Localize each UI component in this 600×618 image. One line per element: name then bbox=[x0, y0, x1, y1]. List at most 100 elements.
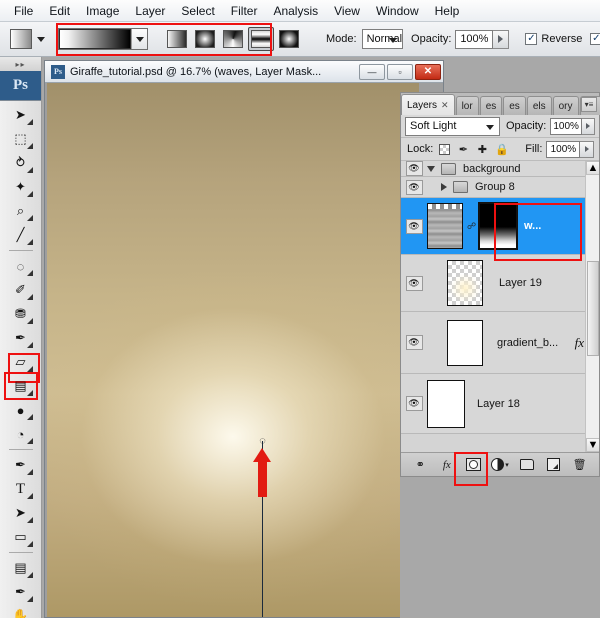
layer-fill-slider-button[interactable] bbox=[580, 141, 594, 158]
new-group-button[interactable] bbox=[518, 456, 536, 473]
radial-gradient-button[interactable] bbox=[192, 27, 218, 51]
layer-visibility-toggle[interactable]: 👁 bbox=[403, 180, 425, 195]
layer-opacity-input[interactable]: 100% bbox=[550, 118, 582, 135]
layer-visibility-toggle[interactable]: 👁 bbox=[403, 276, 425, 291]
brush-tool[interactable]: ✐ bbox=[6, 278, 36, 302]
layer-visibility-toggle[interactable]: 👁 bbox=[403, 219, 425, 234]
tab-history[interactable]: ory bbox=[553, 96, 579, 115]
close-button[interactable]: ✕ bbox=[415, 64, 441, 80]
reverse-checkbox-group[interactable]: ✓ Reverse bbox=[525, 33, 582, 45]
link-layers-button[interactable]: ⚭ bbox=[411, 456, 429, 473]
opacity-slider-button[interactable] bbox=[493, 30, 509, 49]
opacity-input[interactable]: 100% bbox=[455, 30, 493, 49]
healing-brush-tool[interactable]: ◌ bbox=[6, 254, 36, 278]
eraser-tool[interactable]: ▱ bbox=[6, 350, 36, 374]
lock-all-padlock-icon[interactable]: 🔒 bbox=[495, 143, 507, 156]
move-tool[interactable]: ➤ bbox=[6, 103, 36, 127]
history-brush-tool[interactable]: ✒ bbox=[6, 326, 36, 350]
layers-vertical-scrollbar[interactable]: ▲ ▼ bbox=[585, 161, 599, 452]
layer-mask-thumbnail[interactable] bbox=[478, 202, 518, 250]
table-row[interactable]: 👁 Group 8 bbox=[401, 177, 599, 198]
lock-position-move-icon[interactable]: ✚ bbox=[476, 143, 488, 156]
tab-layers[interactable]: Layers ✕ bbox=[401, 94, 455, 115]
menu-item-window[interactable]: Window bbox=[368, 2, 427, 20]
group-disclosure-closed-icon[interactable] bbox=[441, 183, 447, 191]
layers-scroll-up-button[interactable]: ▲ bbox=[586, 161, 599, 175]
blend-mode-select[interactable]: Normal bbox=[362, 29, 403, 49]
menu-item-file[interactable]: File bbox=[6, 2, 41, 20]
menu-item-help[interactable]: Help bbox=[427, 2, 468, 20]
type-tool[interactable]: T bbox=[6, 477, 36, 501]
layer-opacity-slider-button[interactable] bbox=[582, 118, 595, 135]
layer-visibility-toggle[interactable]: 👁 bbox=[403, 161, 425, 176]
diamond-gradient-button[interactable] bbox=[276, 27, 302, 51]
tool-preset-picker[interactable] bbox=[10, 29, 45, 49]
lasso-tool[interactable]: ⥁ bbox=[6, 151, 36, 175]
document-title-bar[interactable]: Ps Giraffe_tutorial.psd @ 16.7% (waves, … bbox=[45, 61, 443, 83]
chevron-down-icon[interactable] bbox=[37, 37, 45, 42]
menu-item-layer[interactable]: Layer bbox=[127, 2, 173, 20]
table-row[interactable]: 👁 ☍ w... bbox=[401, 198, 599, 255]
rectangle-tool[interactable]: ▭ bbox=[6, 525, 36, 549]
layer-thumbnail[interactable] bbox=[447, 320, 483, 366]
add-layer-mask-button[interactable] bbox=[464, 456, 482, 473]
new-layer-button[interactable] bbox=[544, 456, 562, 473]
tab-color[interactable]: lor bbox=[456, 96, 479, 115]
layer-thumbnail[interactable] bbox=[427, 380, 465, 428]
layer-fill-input[interactable]: 100% bbox=[546, 141, 580, 158]
magic-wand-tool[interactable]: ✦ bbox=[6, 175, 36, 199]
angle-gradient-button[interactable] bbox=[220, 27, 246, 51]
tab-channels[interactable]: els bbox=[527, 96, 552, 115]
layers-scroll-thumb[interactable] bbox=[587, 261, 599, 356]
table-row[interactable]: 👁 Layer 19 bbox=[401, 255, 599, 312]
notes-tool[interactable]: ▤ bbox=[6, 556, 36, 580]
layers-scroll-down-button[interactable]: ▼ bbox=[586, 438, 599, 452]
marquee-tool[interactable]: ⬚ bbox=[6, 127, 36, 151]
eyedropper-tool[interactable]: ✒ bbox=[6, 580, 36, 604]
gradient-picker-chevron-down-icon[interactable] bbox=[131, 29, 147, 49]
menu-item-select[interactable]: Select bbox=[173, 2, 222, 20]
layer-thumbnail[interactable] bbox=[427, 203, 463, 249]
image-canvas[interactable]: ◌ bbox=[47, 83, 419, 617]
layer-style-button[interactable]: fx bbox=[438, 456, 456, 473]
mask-link-icon[interactable]: ☍ bbox=[467, 219, 476, 233]
reverse-checkbox[interactable]: ✓ bbox=[525, 33, 537, 45]
dodge-tool[interactable]: ◔ bbox=[6, 422, 36, 446]
lock-image-pixels-brush-icon[interactable]: ✒ bbox=[457, 143, 469, 156]
layer-visibility-toggle[interactable]: 👁 bbox=[403, 335, 425, 350]
restore-button[interactable]: ▫ bbox=[387, 64, 413, 80]
blur-tool[interactable]: ● bbox=[6, 398, 36, 422]
slice-tool[interactable]: ╱ bbox=[6, 223, 36, 247]
gradient-picker[interactable] bbox=[58, 28, 148, 50]
tab-styles[interactable]: es bbox=[480, 96, 503, 115]
delete-layer-button[interactable]: 🗑 bbox=[571, 456, 589, 473]
table-row[interactable]: 👁 gradient_b... fx bbox=[401, 312, 599, 374]
gradient-tool[interactable]: ▤ bbox=[6, 374, 36, 398]
panel-menu-icon[interactable]: ▾≡ bbox=[581, 97, 597, 112]
reflected-gradient-button[interactable] bbox=[248, 27, 274, 51]
menu-item-view[interactable]: View bbox=[326, 2, 368, 20]
table-row[interactable]: 👁 Layer 18 bbox=[401, 374, 599, 434]
layer-thumbnail[interactable] bbox=[447, 260, 483, 306]
hand-tool[interactable]: ✋ bbox=[6, 604, 36, 618]
menu-item-edit[interactable]: Edit bbox=[41, 2, 78, 20]
clone-stamp-tool[interactable]: ⛃ bbox=[6, 302, 36, 326]
layer-list[interactable]: 👁 background 👁 Group 8 👁 bbox=[401, 161, 599, 452]
crop-tool[interactable]: ⌕ bbox=[6, 199, 36, 223]
layer-blend-mode-select[interactable]: Soft Light bbox=[405, 117, 500, 136]
path-selection-tool[interactable]: ➤ bbox=[6, 501, 36, 525]
new-adjustment-layer-button[interactable]: ▾ bbox=[491, 456, 509, 473]
table-row[interactable]: 👁 background bbox=[401, 161, 599, 177]
linear-gradient-button[interactable] bbox=[164, 27, 190, 51]
menu-item-filter[interactable]: Filter bbox=[223, 2, 266, 20]
layer-visibility-toggle[interactable]: 👁 bbox=[403, 396, 425, 411]
lock-transparent-pixels-icon[interactable] bbox=[439, 144, 450, 155]
gradient-preview-swatch[interactable] bbox=[59, 29, 131, 49]
pen-tool[interactable]: ✒ bbox=[6, 453, 36, 477]
tab-paths[interactable]: es bbox=[503, 96, 526, 115]
group-disclosure-open-icon[interactable] bbox=[427, 166, 435, 172]
menu-item-image[interactable]: Image bbox=[78, 2, 127, 20]
minimize-button[interactable]: — bbox=[359, 64, 385, 80]
dither-checkbox[interactable]: ✓ bbox=[590, 33, 600, 45]
canvas-area[interactable]: ◌ ▲ ▼ bbox=[45, 83, 443, 617]
